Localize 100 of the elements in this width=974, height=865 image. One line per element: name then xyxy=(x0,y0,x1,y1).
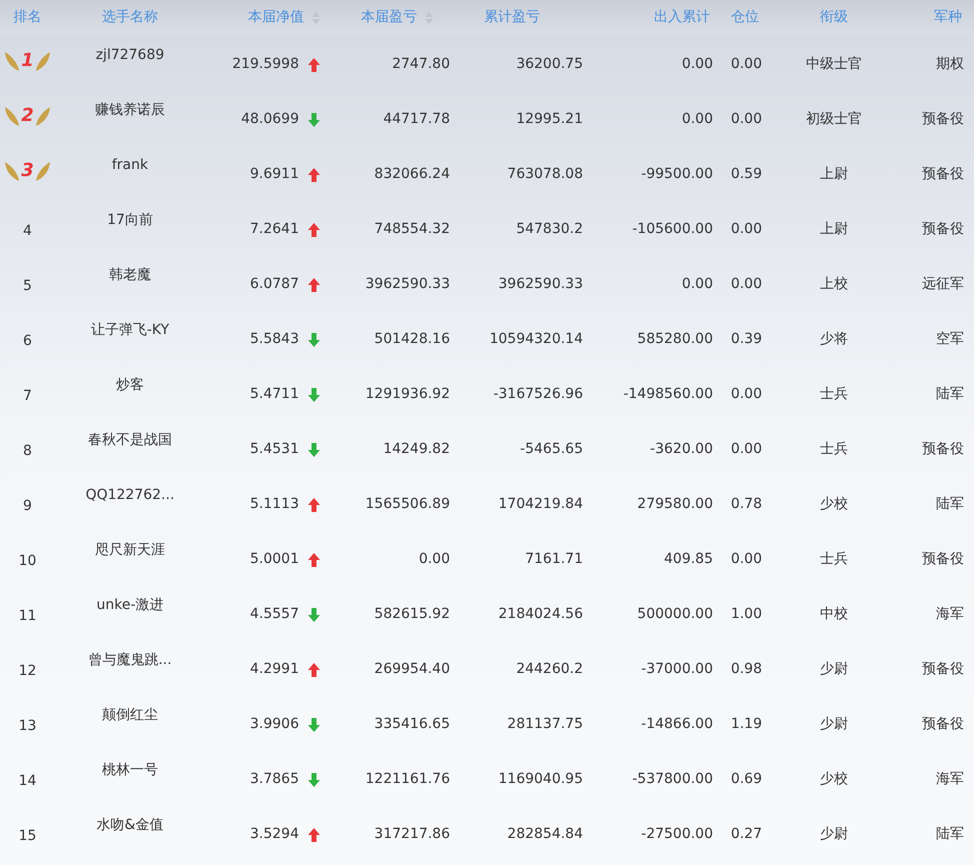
table-cell-text: 36200.75 xyxy=(516,55,583,74)
table-cell-text: 上校 xyxy=(820,275,848,294)
table-cell-text: 3.7865 xyxy=(250,770,299,789)
table-cell-text: 士兵 xyxy=(820,440,848,459)
table-cell-text: unke-激进 xyxy=(96,596,164,615)
table-cell-text: 远征军 xyxy=(922,275,964,294)
table-cell-text: 10594320.14 xyxy=(489,330,583,349)
column-header: 选手名称 xyxy=(101,8,159,27)
column-header: 衔级 xyxy=(819,8,849,27)
table-cell-text: 0.69 xyxy=(730,770,762,789)
table-cell-text: 0.00 xyxy=(730,385,762,404)
table-cell-text: frank xyxy=(112,156,148,175)
table-cell-text: 5.0001 xyxy=(250,550,299,569)
table-cell-text: 0.00 xyxy=(418,550,450,569)
table-cell-text: 0.00 xyxy=(682,275,713,294)
table-cell-text: 0.00 xyxy=(730,275,762,294)
column-header[interactable]: 本届净值 xyxy=(205,7,330,28)
table-cell-text: 少将 xyxy=(820,330,848,349)
table-cell-text: 3962590.33 xyxy=(365,275,450,294)
table-cell-text: -1498560.00 xyxy=(623,385,713,404)
table-cell-text: 5.4711 xyxy=(250,385,299,404)
table-cell-text: 748554.32 xyxy=(374,220,450,239)
table-cell-text: 士兵 xyxy=(820,385,848,404)
table-cell-text: 0.00 xyxy=(730,55,762,74)
table-cell-text: 0.00 xyxy=(730,440,762,459)
table-cell-text: 0.27 xyxy=(730,825,762,844)
table-cell-text: 44717.78 xyxy=(383,110,450,129)
table-cell-text: 4.2991 xyxy=(250,660,299,679)
table-cell-text: 281137.75 xyxy=(507,715,583,734)
table-cell-text: 中级士官 xyxy=(806,55,862,74)
table-cell-text: 763078.08 xyxy=(507,165,583,184)
table-cell-text: -99500.00 xyxy=(641,165,713,184)
table-cell-text: 13 xyxy=(18,717,36,736)
table-cell-text: 陆军 xyxy=(936,385,964,404)
table-cell-text: 1 xyxy=(20,49,35,73)
table-cell-text: 0.00 xyxy=(730,220,762,239)
table-cell-text: -27500.00 xyxy=(641,825,713,844)
table-cell-text: 12 xyxy=(18,662,36,681)
table-cell-text: 海军 xyxy=(936,605,964,624)
table-cell-text: -37000.00 xyxy=(641,660,713,679)
table-cell-text: 预备役 xyxy=(922,715,964,734)
table-cell-text: 上尉 xyxy=(820,220,848,239)
table-cell-text: 14249.82 xyxy=(383,440,450,459)
column-header: 仓位 xyxy=(730,8,760,27)
table-cell-text: 9 xyxy=(23,497,32,516)
table-cell-text: 让子弹飞-KY xyxy=(90,321,170,340)
table-cell-text: 咫尺新天涯 xyxy=(95,541,165,560)
table-cell-text: 9.6911 xyxy=(250,165,299,184)
table-cell-text: zjl727689 xyxy=(96,46,164,65)
column-header: 军种 xyxy=(933,8,963,27)
table-cell-text: 500000.00 xyxy=(637,605,713,624)
table-cell-text: 7 xyxy=(23,387,32,406)
table-cell-text: 0.00 xyxy=(682,110,713,129)
table-cell-text: 少校 xyxy=(820,770,848,789)
table-cell-text: 12995.21 xyxy=(516,110,583,129)
table-cell-text: 初级士官 xyxy=(806,110,862,129)
table-cell-text: 少尉 xyxy=(820,660,848,679)
column-header: 累计盈亏 xyxy=(483,8,541,27)
table-cell-text: 2 xyxy=(20,104,35,128)
table-cell-text: 501428.16 xyxy=(374,330,450,349)
table-cell-text: 赚钱养诺辰 xyxy=(95,101,165,120)
table-cell-text: 1565506.89 xyxy=(365,495,450,514)
table-cell-text: 282854.84 xyxy=(507,825,583,844)
table-cell-text: 1704219.84 xyxy=(498,495,583,514)
table-cell-text: 上尉 xyxy=(820,165,848,184)
table-cell-text: 4.5557 xyxy=(250,605,299,624)
table-cell-text: 15 xyxy=(18,827,36,846)
table-cell-text: 预备役 xyxy=(922,220,964,239)
table-cell-text: 48.0699 xyxy=(241,110,299,129)
table-cell-text: 0.98 xyxy=(730,660,762,679)
table-cell-text: 预备役 xyxy=(922,165,964,184)
table-cell-text: 3 xyxy=(20,159,35,183)
table-cell-text: 韩老魔 xyxy=(109,266,151,285)
table-cell-text: 少校 xyxy=(820,495,848,514)
table-cell-text: 832066.24 xyxy=(374,165,450,184)
column-header: 出入累计 xyxy=(653,8,711,27)
table-cell-text: -14866.00 xyxy=(641,715,713,734)
table-cell-text: 水吻&金值 xyxy=(96,816,164,835)
table-cell-text: 5.1113 xyxy=(250,495,299,514)
table-cell-text: 269954.40 xyxy=(374,660,450,679)
table-cell-text: 空军 xyxy=(936,330,964,349)
table-cell-text: 4 xyxy=(23,222,32,241)
table-cell-text: 海军 xyxy=(936,770,964,789)
table-cell-text: 颠倒红尘 xyxy=(102,706,158,725)
table-cell-text: 士兵 xyxy=(820,550,848,569)
column-header[interactable]: 本届盈亏 xyxy=(330,7,450,28)
table-cell-text: 219.5998 xyxy=(232,55,299,74)
table-cell-text: 预备役 xyxy=(922,110,964,129)
table-cell-text: 5.5843 xyxy=(250,330,299,349)
table-cell-text: 3.5294 xyxy=(250,825,299,844)
table-cell-text: 10 xyxy=(18,552,36,571)
table-cell-text: 11 xyxy=(18,607,36,626)
table-cell-text: 曾与魔鬼跳... xyxy=(88,651,172,670)
table-cell-text: 1.00 xyxy=(730,605,762,624)
table-cell-text: 244260.2 xyxy=(516,660,583,679)
table-cell-text: 0.78 xyxy=(730,495,762,514)
table-cell-text: 582615.92 xyxy=(374,605,450,624)
table-cell-text: 3.9906 xyxy=(250,715,299,734)
table-cell-text: 0.00 xyxy=(682,55,713,74)
table-cell-text: 期权 xyxy=(936,55,964,74)
